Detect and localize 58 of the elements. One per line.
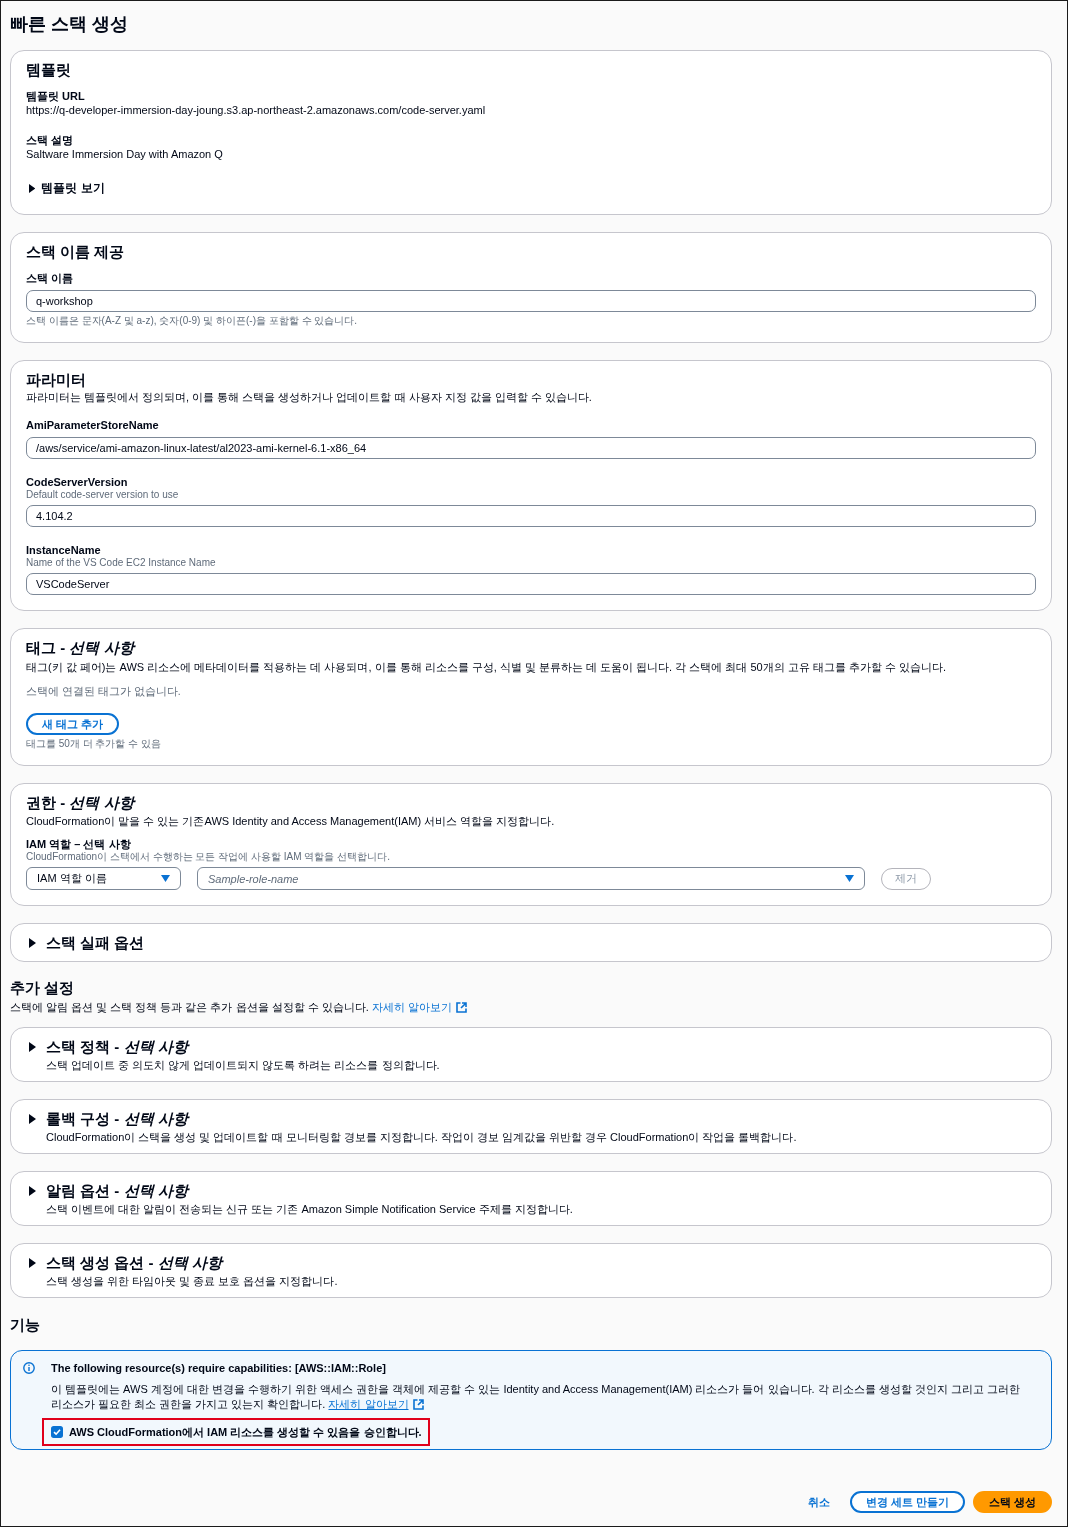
learn-more-link[interactable]: 자세히 알아보기 <box>371 1000 467 1014</box>
section-expander[interactable]: 스택 생성 옵션 - 선택 사항 <box>26 1253 222 1273</box>
learn-more-link[interactable]: 자세히 알아보기 <box>328 1397 424 1412</box>
alert-title: The following resource(s) require capabilities: [AWS::IAM::Role] <box>51 1361 386 1375</box>
section-description: 스택 업데이트 중 의도치 않게 업데이트되지 않도록 하려는 리소스를 정의합니다. <box>46 1058 440 1072</box>
field-description: Name of the VS Code EC2 Instance Name <box>26 557 216 569</box>
info-icon <box>23 1362 35 1374</box>
section-description: 스택에 알림 옵션 및 스택 정책 등과 같은 추가 옵션을 설정할 수 있습니다. 자세히 알아보기 <box>10 1000 467 1014</box>
text-field[interactable]: 4.104.2 <box>26 505 1036 527</box>
field-value: Saltware Immersion Day with Amazon Q <box>26 147 223 161</box>
section-description: CloudFormation이 맡을 수 있는 기존AWS Identity and Access Management(IAM) 서비스 역할을 지정합니다. <box>26 814 555 828</box>
section-description: CloudFormation이 스택을 생성 및 업데이트할 때 모니터링할 경보를 지정합니다. 작업이 경보 임계값을 위반할 경우 CloudFormation이 작업을 롤백합니다. <box>46 1130 797 1144</box>
page-title: 빠른 스택 생성 <box>10 13 128 36</box>
field-label: CodeServerVersion <box>26 475 128 489</box>
checkbox-label[interactable]: AWS CloudFormation에서 IAM 리소스를 생성할 수 있음을 승인합니다. <box>69 1425 422 1439</box>
template-expander[interactable]: 템플릿 보기 <box>26 180 105 196</box>
section-heading: 파라미터 <box>26 370 86 390</box>
section-heading: 권한 - 선택 사항 <box>26 793 134 813</box>
section-description: 스택 생성을 위한 타임아웃 및 종료 보호 옵션을 지정합니다. <box>46 1274 338 1288</box>
role-type-select[interactable]: IAM 역할 이름 <box>26 867 181 890</box>
section-expander[interactable]: 스택 정책 - 선택 사항 <box>26 1037 188 1057</box>
field-label: 템플릿 URL <box>26 89 85 103</box>
section-heading: 태그 - 선택 사항 <box>26 638 134 658</box>
field-label: InstanceName <box>26 543 101 557</box>
field-description: CloudFormation이 스택에서 수행하는 모든 작업에 사용할 IAM 역할을 선택합니다. <box>26 851 390 863</box>
field-label: IAM 역할 – 선택 사항 <box>26 837 131 851</box>
text-field[interactable]: /aws/service/ami-amazon-linux-latest/al2023-ami-kernel-6.1-x86_64 <box>26 437 1036 459</box>
caret-down-icon <box>161 875 170 882</box>
section-expander[interactable]: 롤백 구성 - 선택 사항 <box>26 1109 188 1129</box>
section-description: 스택 이벤트에 대한 알림이 전송되는 신규 또는 기존 Amazon Simple Notification Service 주제를 지정합니다. <box>46 1202 573 1216</box>
external-link-icon <box>455 1001 467 1013</box>
empty-state-text: 스택에 연결된 태그가 없습니다. <box>26 684 181 698</box>
secondary-button[interactable]: 변경 세트 만들기 <box>849 1491 965 1513</box>
field-value: https://q-developer-immersion-day-joung.s3.ap-northeast-2.amazonaws.com/code-server.yaml <box>26 103 486 117</box>
field-description: Default code-server version to use <box>26 489 179 501</box>
field-label: 스택 설명 <box>26 133 74 147</box>
section-heading: 추가 설정 <box>10 978 75 998</box>
section-expander[interactable]: 알림 옵션 - 선택 사항 <box>26 1181 188 1201</box>
external-link-icon <box>412 1399 424 1410</box>
checkbox[interactable] <box>51 1426 63 1438</box>
caret-down-icon <box>845 875 854 882</box>
add-tag-button[interactable]: 새 태그 추가 <box>26 713 120 735</box>
section-description: 파라미터는 템플릿에서 정의되며, 이를 통해 스택을 생성하거나 업데이트할 때 사용자 지정 값을 입력할 수 있습니다. <box>26 390 592 404</box>
text-field[interactable]: VSCodeServer <box>26 573 1036 595</box>
section-description: 태그(키 값 페어)는 AWS 리소스에 메타데이터를 적용하는 데 사용되며, 이를 통해 리소스를 구성, 식별 및 분류하는 데 도움이 됩니다. 각 스택에 최대 50개의 고유 태그를 추가할 수 있습니다. <box>26 660 946 674</box>
section-heading: 템플릿 <box>26 60 71 80</box>
cancel-link[interactable]: 취소 <box>795 1491 842 1513</box>
section-expander[interactable]: 스택 실패 옵션 <box>26 933 145 953</box>
field-label: AmiParameterStoreName <box>26 418 159 432</box>
section-heading: 기능 <box>10 1315 40 1335</box>
role-name-field[interactable]: Sample-role-name <box>197 867 865 890</box>
section-heading: 스택 이름 제공 <box>26 242 125 262</box>
text-field[interactable]: q-workshop <box>26 290 1036 312</box>
field-label: 스택 이름 <box>26 271 74 285</box>
field-hint: 태그를 50개 더 추가할 수 있음 <box>26 738 161 750</box>
field-hint: 스택 이름은 문자(A-Z 및 a-z), 숫자(0-9) 및 하이픈(-)을 포함할 수 있습니다. <box>26 315 358 327</box>
primary-button[interactable]: 스택 생성 <box>972 1491 1052 1513</box>
alert-body: 이 템플릿에는 AWS 계정에 대한 변경을 수행하기 위한 액세스 권한을 객체에 제공할 수 있는 Identity and Access Management(IAM) 리소스가 들어 있습니다. 각 리소스를 생성할 것인지 그리고 그러한 리소스가 필요한 최소 권한을 가지고 있는지 확인합니다. 자세히 알아보기 <box>51 1382 1021 1412</box>
